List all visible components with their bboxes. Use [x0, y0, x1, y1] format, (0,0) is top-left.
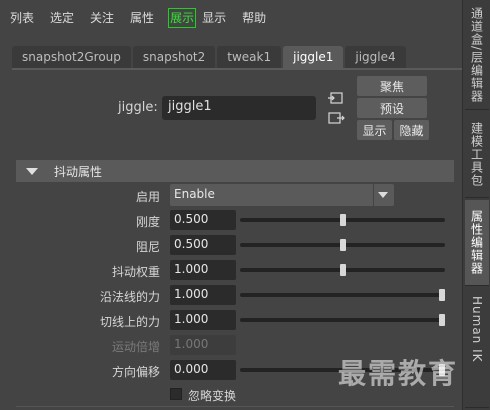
enable-label: 启用	[135, 190, 160, 204]
tab-channel-box-label: 通道盒/层编辑器	[469, 7, 484, 104]
attribute-label: 切线上的力	[99, 315, 160, 329]
jiggle-attributes-section-header[interactable]: 抖动属性	[16, 160, 454, 182]
tab-human-ik[interactable]: Human IK	[465, 288, 489, 408]
ignore-transform-label: 忽略变换	[188, 389, 237, 403]
attribute-slider-track[interactable]	[240, 318, 445, 322]
attribute-slider-track[interactable]	[240, 293, 445, 297]
menu-help[interactable]: 帮助	[240, 9, 268, 27]
menu-display[interactable]: 显示	[200, 9, 228, 27]
right-side-tabs: 通道盒/层编辑器 建模工具包 属性编辑器 Human IK	[462, 0, 490, 410]
section-title: 抖动属性	[54, 164, 103, 179]
menu-attributes[interactable]: 属性	[128, 9, 156, 27]
menu-bar: 列表 选定 关注 属性 展示 显示 帮助	[0, 0, 462, 36]
node-tab-snapshot2group[interactable]: snapshot2Group	[12, 46, 131, 68]
load-input-icon[interactable]	[327, 90, 345, 106]
attribute-value-field[interactable]: 0.000	[170, 360, 236, 380]
enable-dropdown[interactable]: Enable	[170, 184, 394, 206]
node-tab-snapshot2[interactable]: snapshot2	[132, 46, 216, 68]
tab-channel-box[interactable]: 通道盒/层编辑器	[465, 2, 489, 110]
node-tab-jiggle1[interactable]: jiggle1	[283, 46, 344, 68]
section-bottom-divider	[16, 406, 454, 407]
tab-attribute-editor[interactable]: 属性编辑器	[465, 200, 489, 286]
load-output-icon[interactable]	[327, 110, 345, 126]
ignore-transform-checkbox[interactable]	[170, 388, 182, 400]
tab-human-ik-label: Human IK	[470, 296, 484, 363]
attribute-label: 运动倍增	[111, 340, 160, 354]
watermark-logo: 最需教育	[338, 357, 459, 390]
attribute-slider-handle[interactable]	[439, 314, 445, 326]
presets-button[interactable]: 预设	[357, 98, 427, 118]
tab-modeling-toolkit[interactable]: 建模工具包	[465, 112, 489, 198]
tab-modeling-toolkit-label: 建模工具包	[469, 122, 484, 187]
menu-show-highlighted[interactable]: 展示	[168, 8, 197, 28]
tab-underline	[12, 68, 462, 70]
attribute-label: 方向偏移	[111, 365, 160, 379]
menu-list[interactable]: 列表	[8, 9, 36, 27]
attribute-label: 刚度	[135, 215, 160, 229]
menu-focus[interactable]: 关注	[88, 9, 116, 27]
focus-button[interactable]: 聚焦	[357, 76, 427, 96]
dropdown-separator	[373, 184, 374, 206]
attribute-slider-handle[interactable]	[439, 289, 445, 301]
chevron-down-icon	[378, 192, 388, 198]
node-tab-tweak1[interactable]: tweak1	[217, 46, 282, 68]
attribute-value-field[interactable]: 1.000	[170, 285, 236, 305]
node-tabs: snapshot2Group snapshot2 tweak1 jiggle1 …	[12, 46, 408, 68]
attribute-slider-handle[interactable]	[339, 239, 346, 251]
node-name-label: jiggle:	[118, 100, 158, 115]
attribute-value-field[interactable]: 0.500	[170, 235, 236, 255]
attribute-value-field: 1.000	[170, 335, 236, 355]
attribute-value-field[interactable]: 1.000	[170, 260, 236, 280]
attribute-value-field[interactable]: 1.000	[170, 310, 236, 330]
node-name-field[interactable]: jiggle1	[162, 96, 316, 120]
attribute-label: 沿法线的力	[99, 290, 160, 304]
node-tab-jiggle4[interactable]: jiggle4	[345, 46, 406, 68]
attribute-value-field[interactable]: 0.500	[170, 210, 236, 230]
collapse-triangle-icon	[26, 167, 38, 175]
tab-attribute-editor-label: 属性编辑器	[469, 210, 484, 275]
hide-button[interactable]: 隐藏	[394, 120, 429, 140]
attribute-slider-handle[interactable]	[339, 214, 346, 226]
enable-dropdown-value: Enable	[174, 187, 215, 201]
attribute-slider-handle[interactable]	[339, 264, 346, 276]
menu-selected[interactable]: 选定	[48, 9, 76, 27]
attribute-label: 阻尼	[135, 240, 160, 254]
attribute-label: 抖动权重	[111, 265, 160, 279]
show-button[interactable]: 显示	[357, 120, 392, 140]
